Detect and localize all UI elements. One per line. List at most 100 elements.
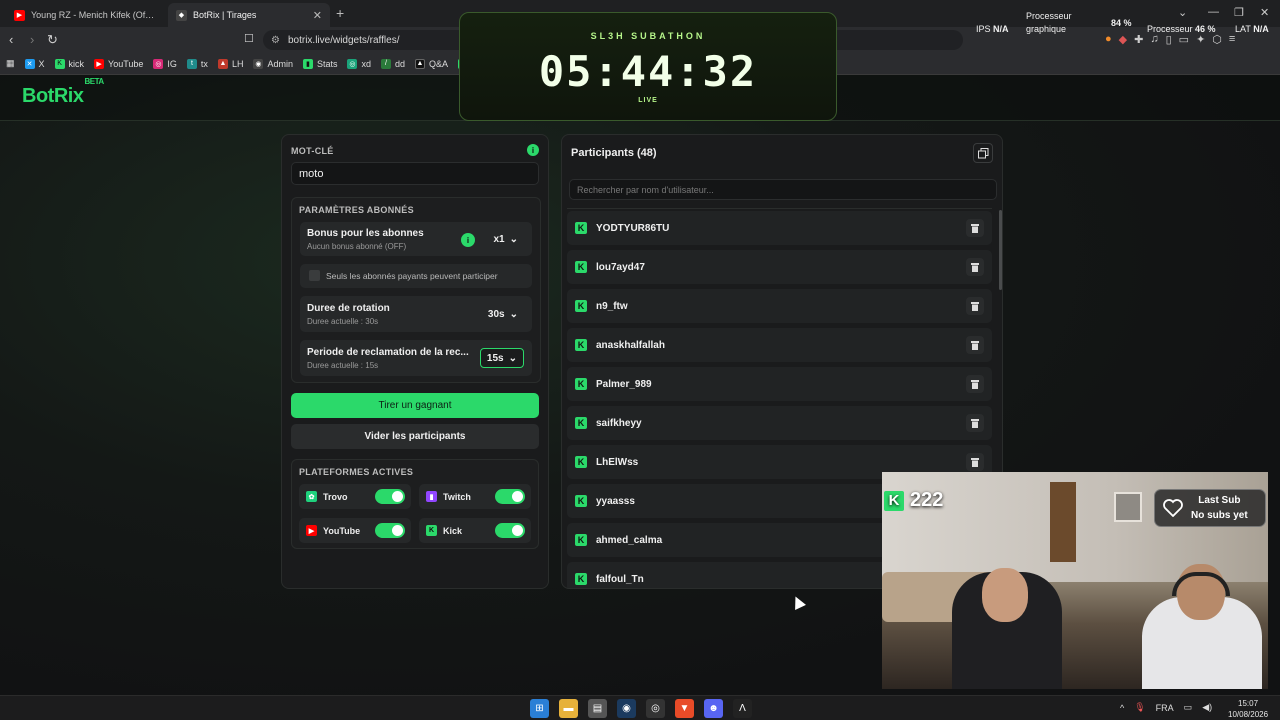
minimize-icon[interactable]: — [1208,6,1219,18]
twitch-toggle[interactable] [495,489,525,504]
keyword-input[interactable]: moto [291,162,539,185]
obs-icon[interactable]: ◎ [646,699,665,718]
claim-select[interactable]: 15s ⌄ [479,348,524,368]
close-window-icon[interactable]: ✕ [1260,6,1269,19]
reload-icon[interactable]: ↻ [47,32,58,48]
list-item[interactable]: Kanaskhalfallah [567,328,992,362]
sub-bonus-select[interactable]: x1 ⌄ [487,229,524,249]
bookmark-item[interactable]: ▲ Q&A [415,58,448,69]
apps-icon[interactable]: ▦ [6,58,15,69]
forward-icon[interactable]: › [30,32,34,47]
raffle-settings-panel: MOT-CLÉ i moto PARAMÈTRES ABONNÉS Bonus … [281,134,549,589]
discord-icon[interactable]: ☻ [704,699,723,718]
trovo-toggle[interactable] [375,489,405,504]
bookmark-icon[interactable]: ☐ [244,32,254,45]
list-item[interactable]: Kn9_ftw [567,289,992,323]
list-item[interactable]: Ksaifkheyy [567,406,992,440]
bookmark-item[interactable]: ▮ Stats [302,58,337,69]
subscriber-settings: PARAMÈTRES ABONNÉS Bonus pour les abonne… [291,197,541,383]
draw-winner-button[interactable]: Tirer un gagnant [291,393,539,418]
dd-icon: / [381,58,391,69]
bookmark-item[interactable]: ▲ LH [217,58,243,69]
list-scrollbar[interactable] [999,210,1002,290]
keyword-label: MOT-CLÉ [291,146,334,156]
steam-icon[interactable]: ◉ [617,699,636,718]
kick-icon: K [575,534,587,546]
platform-kick: K Kick [419,518,531,543]
participant-search-input[interactable]: Rechercher par nom d'utilisateur... [569,179,997,200]
browser-tab-botrix[interactable]: ◆ BotRix | Tirages ✕ [168,3,330,27]
youtube-toggle[interactable] [375,523,405,538]
perf-ips: IPS N/A [976,24,1009,34]
bookmark-item[interactable]: ▶ YouTube [94,58,143,69]
copy-button[interactable] [973,143,993,163]
microphone-icon[interactable]: 🎙 [1134,702,1145,713]
bookmark-item[interactable]: Kkick [54,58,84,69]
network-icon[interactable]: ▭ [1184,702,1193,713]
chevron-up-icon[interactable]: ^ [1120,703,1124,713]
back-icon[interactable]: ‹ [9,32,13,47]
clock[interactable]: 15:07 10/08/2026 [1228,698,1268,720]
bookmark-item[interactable]: ◉ Admin [253,58,293,69]
participants-title: Participants (48) [571,147,657,159]
perf-lat: LAT N/A [1235,24,1269,34]
info-icon[interactable]: i [527,144,539,156]
room-door [1050,482,1076,562]
trash-icon[interactable] [966,414,984,432]
start-icon[interactable]: ⊞ [530,699,549,718]
stats-icon: ▮ [302,58,313,69]
paid-only-checkbox[interactable] [309,270,320,281]
app-icon[interactable]: ▤ [588,699,607,718]
close-tab-icon[interactable]: ✕ [313,9,322,22]
app-icon[interactable]: Λ [733,699,752,718]
last-sub-label: Last Sub [1198,495,1241,506]
trash-icon[interactable] [966,453,984,471]
info-icon[interactable]: i [461,233,475,247]
trash-icon[interactable] [966,375,984,393]
trash-icon[interactable] [966,258,984,276]
kick-icon: K [575,417,587,429]
clear-participants-button[interactable]: Vider les participants [291,424,539,449]
platforms-label: PLATEFORMES ACTIVES [299,467,414,477]
brave-icon[interactable]: ▼ [675,699,694,718]
bookmark-item[interactable]: ◎ IG [153,58,177,69]
extension-icon[interactable]: ◆ [1119,33,1127,46]
twitch-icon: ▮ [426,491,437,502]
trash-icon[interactable] [966,219,984,237]
maximize-icon[interactable]: ❐ [1234,6,1244,19]
extension-icon[interactable]: ● [1105,33,1112,46]
botrix-logo[interactable]: BotRixBETA [22,77,104,108]
bookmark-item[interactable]: ◎ xd [347,58,371,69]
rotation-title: Duree de rotation [307,303,390,314]
browser-tab-youtube[interactable]: ▶ Young RZ - Menich Kifek (Official [6,3,164,27]
tx-icon: t [186,58,197,69]
list-item[interactable]: Klou7ayd47 [567,250,992,284]
list-item[interactable]: K Palmer_989 [567,367,992,401]
tab-search-icon[interactable]: ⌄ [1178,6,1187,19]
bookmark-item[interactable]: t tx [186,58,208,69]
claim-row: Periode de reclamation de la rec... Dure… [300,340,532,376]
kick-toggle[interactable] [495,523,525,538]
volume-icon[interactable]: ◀) [1202,702,1212,713]
trash-icon[interactable] [966,297,984,315]
new-tab-button[interactable]: + [336,5,344,21]
list-item[interactable]: K YODTYUR86TU [567,211,992,245]
bookmark-item[interactable]: ✕ X [24,58,45,69]
puzzle-icon[interactable]: ✚ [1134,33,1143,46]
trash-icon[interactable] [966,336,984,354]
language-indicator[interactable]: FRA [1156,703,1174,713]
room-window [1114,492,1142,522]
lh-icon: ▲ [217,58,228,69]
bookmark-item[interactable]: / dd [381,58,405,69]
rotation-row: Duree de rotation Duree actuelle : 30s 3… [300,296,532,332]
paid-only-row[interactable]: Seuls les abonnés payants peuvent partic… [300,264,532,288]
claim-subtitle: Duree actuelle : 15s [307,361,379,370]
file-explorer-icon[interactable]: ▬ [559,699,578,718]
rotation-subtitle: Duree actuelle : 30s [307,317,379,326]
rotation-select[interactable]: 30s ⌄ [482,304,524,324]
site-info-icon[interactable]: ⚙ [271,35,280,46]
kick-icon: K [575,378,587,390]
kick-icon: K [54,58,65,69]
last-sub-widget: Last Sub No subs yet [1154,489,1266,527]
tab-title: BotRix | Tirages [193,10,257,20]
